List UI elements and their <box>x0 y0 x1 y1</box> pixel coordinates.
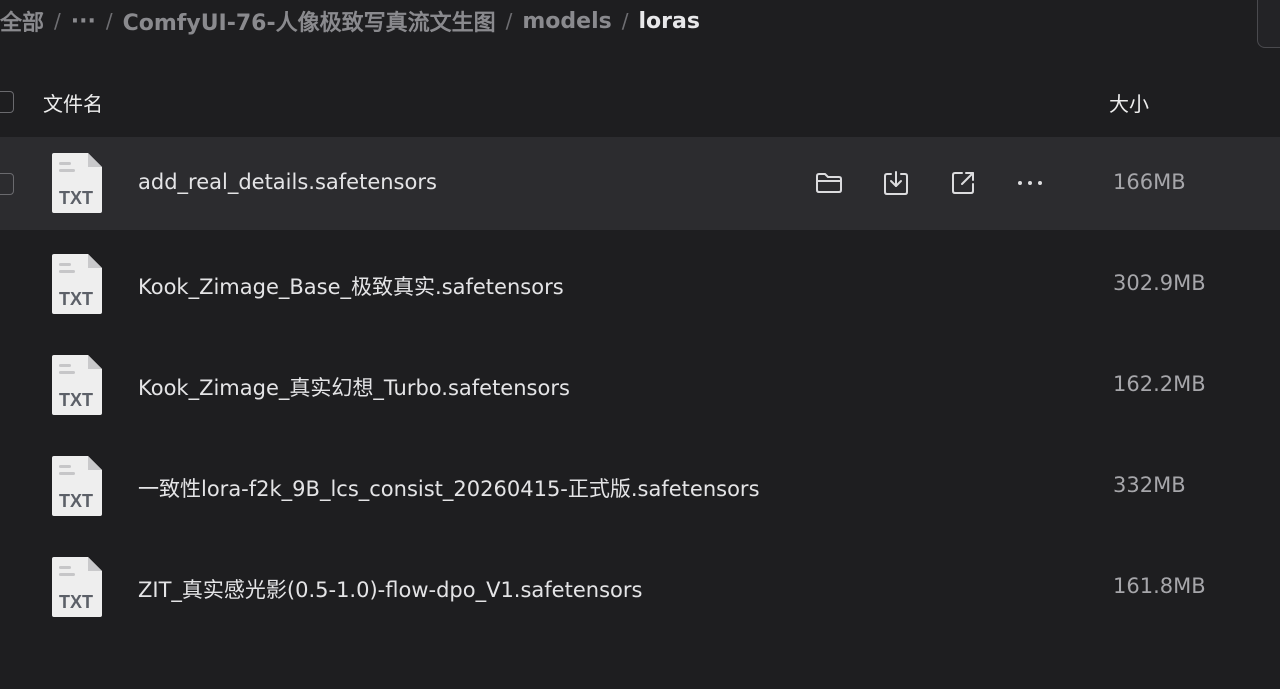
file-size: 161.8MB <box>1113 574 1206 598</box>
table-row[interactable]: TXT ZIT_真实感光影(0.5-1.0)-flow-dpo_V1.safet… <box>0 541 1280 634</box>
breadcrumb-ellipsis[interactable]: ··· <box>71 9 96 34</box>
txt-file-icon: TXT <box>52 355 102 415</box>
breadcrumb-separator: / <box>505 9 513 33</box>
svg-text:TXT: TXT <box>59 390 93 410</box>
breadcrumb-root[interactable]: 全部 <box>0 5 44 37</box>
table-row[interactable]: TXT add_real_details.safetensors 166MB <box>0 137 1280 230</box>
breadcrumb-separator: / <box>105 9 113 33</box>
table-row[interactable]: TXT 一致性lora-f2k_9B_lcs_consist_20260415-… <box>0 440 1280 533</box>
breadcrumb-separator: / <box>54 9 61 33</box>
file-list: TXT add_real_details.safetensors 166MB T… <box>0 137 1280 642</box>
txt-file-icon: TXT <box>52 153 102 213</box>
breadcrumb-current: loras <box>638 8 700 34</box>
breadcrumb-separator: / <box>621 9 629 33</box>
txt-file-icon: TXT <box>52 557 102 617</box>
column-header-size[interactable]: 大小 <box>1109 88 1149 117</box>
more-icon[interactable] <box>1013 167 1047 199</box>
svg-text:TXT: TXT <box>59 491 93 511</box>
folder-icon[interactable] <box>812 167 846 199</box>
row-actions <box>812 167 1047 199</box>
file-size: 162.2MB <box>1113 372 1206 396</box>
table-row[interactable]: TXT Kook_Zimage_Base_极致真实.safetensors 30… <box>0 238 1280 331</box>
view-toggle-button[interactable] <box>1257 0 1280 48</box>
row-checkbox[interactable] <box>0 173 14 195</box>
table-header: 文件名 大小 <box>0 80 1280 126</box>
file-name[interactable]: Kook_Zimage_Base_极致真实.safetensors <box>138 271 564 301</box>
file-size: 166MB <box>1113 170 1186 194</box>
breadcrumb: 全部 / ··· / ComfyUI-76-人像极致写真流文生图 / model… <box>0 4 700 38</box>
file-name[interactable]: 一致性lora-f2k_9B_lcs_consist_20260415-正式版.… <box>138 473 760 503</box>
txt-file-icon: TXT <box>52 254 102 314</box>
file-size: 302.9MB <box>1113 271 1206 295</box>
download-icon[interactable] <box>879 167 913 199</box>
svg-text:TXT: TXT <box>59 289 93 309</box>
table-row[interactable]: TXT Kook_Zimage_真实幻想_Turbo.safetensors 1… <box>0 339 1280 432</box>
file-name[interactable]: Kook_Zimage_真实幻想_Turbo.safetensors <box>138 372 570 402</box>
breadcrumb-folder-comfyui[interactable]: ComfyUI-76-人像极致写真流文生图 <box>123 5 496 37</box>
txt-file-icon: TXT <box>52 456 102 516</box>
file-name[interactable]: ZIT_真实感光影(0.5-1.0)-flow-dpo_V1.safetenso… <box>138 574 642 604</box>
svg-text:TXT: TXT <box>59 592 93 612</box>
file-size: 332MB <box>1113 473 1186 497</box>
file-name[interactable]: add_real_details.safetensors <box>138 170 437 194</box>
share-icon[interactable] <box>946 167 980 199</box>
breadcrumb-folder-models[interactable]: models <box>522 9 611 34</box>
select-all-checkbox[interactable] <box>0 91 14 113</box>
svg-text:TXT: TXT <box>59 188 93 208</box>
column-header-name[interactable]: 文件名 <box>43 88 103 117</box>
